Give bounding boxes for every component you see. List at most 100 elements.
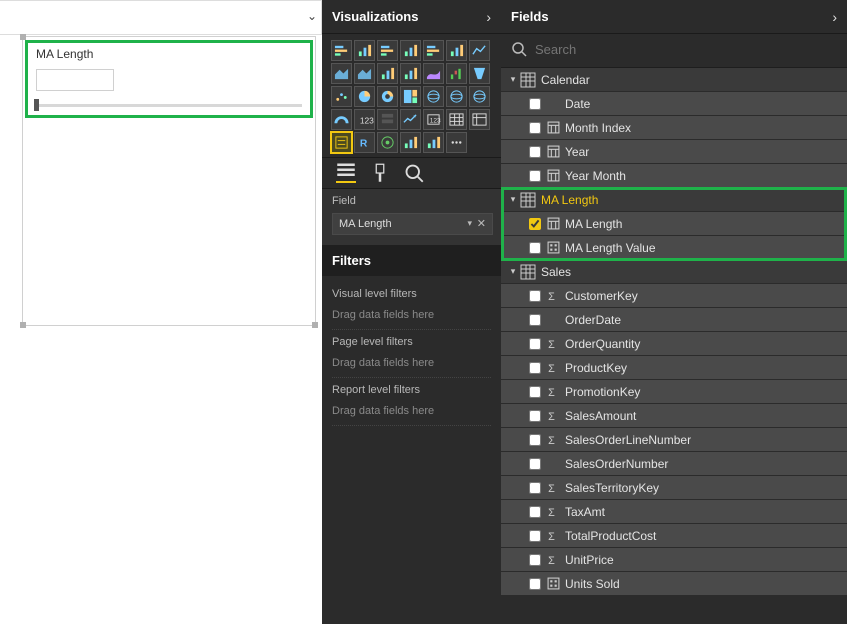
- viz-line[interactable]: [469, 40, 490, 61]
- field-units-sold[interactable]: Units Sold: [501, 572, 847, 596]
- viz-shape-map[interactable]: [469, 86, 490, 107]
- expand-icon[interactable]: ▾: [507, 266, 519, 277]
- viz-area[interactable]: [331, 63, 352, 84]
- field-date[interactable]: Date: [501, 92, 847, 116]
- chevron-down-icon[interactable]: ▾: [467, 218, 472, 229]
- chevron-right-icon[interactable]: ›: [832, 9, 837, 25]
- viz-ribbon[interactable]: [423, 63, 444, 84]
- slicer-visual[interactable]: MA Length: [25, 40, 313, 118]
- report-page-area[interactable]: MA Length: [22, 36, 316, 326]
- expand-icon[interactable]: ▾: [507, 74, 519, 85]
- report-filters-drop[interactable]: Drag data fields here: [332, 400, 491, 426]
- viz-arcgis[interactable]: [377, 132, 398, 153]
- viz-100-stacked-bar[interactable]: [423, 40, 444, 61]
- viz-waterfall[interactable]: [446, 63, 467, 84]
- viz-slicer[interactable]: [331, 132, 352, 153]
- field-checkbox[interactable]: [529, 386, 541, 398]
- field-checkbox[interactable]: [529, 122, 541, 134]
- table-calendar[interactable]: ▾Calendar: [501, 68, 847, 92]
- viz-funnel[interactable]: [469, 63, 490, 84]
- viz-clustered-column[interactable]: [400, 40, 421, 61]
- analytics-tab-icon[interactable]: [404, 163, 424, 183]
- field-totalproductcost[interactable]: ΣTotalProductCost: [501, 524, 847, 548]
- viz-scatter[interactable]: [331, 86, 352, 107]
- resize-handle[interactable]: [312, 322, 318, 328]
- resize-handle[interactable]: [20, 322, 26, 328]
- viz-custom-visual-2[interactable]: [423, 132, 444, 153]
- field-checkbox[interactable]: [529, 362, 541, 374]
- field-well[interactable]: MA Length ▾ ✕: [332, 213, 493, 235]
- slicer-track[interactable]: [36, 104, 302, 107]
- viz-treemap[interactable]: [400, 86, 421, 107]
- field-unitprice[interactable]: ΣUnitPrice: [501, 548, 847, 572]
- viz-line-stacked-column[interactable]: [377, 63, 398, 84]
- expand-icon[interactable]: ▾: [507, 194, 519, 205]
- field-month-index[interactable]: Month Index: [501, 116, 847, 140]
- field-checkbox[interactable]: [529, 410, 541, 422]
- viz-gauge[interactable]: [331, 109, 352, 130]
- field-salesamount[interactable]: ΣSalesAmount: [501, 404, 847, 428]
- chevron-down-icon[interactable]: ⌄: [307, 9, 317, 23]
- search-input[interactable]: [535, 42, 837, 57]
- viz-clustered-bar[interactable]: [377, 40, 398, 61]
- viz-100-stacked-column[interactable]: [446, 40, 467, 61]
- chevron-right-icon[interactable]: ›: [486, 9, 491, 25]
- field-checkbox[interactable]: [529, 458, 541, 470]
- visualizations-header[interactable]: Visualizations ›: [322, 0, 501, 34]
- viz-ellipsis[interactable]: [446, 132, 467, 153]
- viz-line-clustered-column[interactable]: [400, 63, 421, 84]
- field-promotionkey[interactable]: ΣPromotionKey: [501, 380, 847, 404]
- field-customerkey[interactable]: ΣCustomerKey: [501, 284, 847, 308]
- fields-tab-icon[interactable]: [336, 163, 356, 183]
- viz-kpi[interactable]: [400, 109, 421, 130]
- field-orderdate[interactable]: OrderDate: [501, 308, 847, 332]
- viz-r-visual[interactable]: R: [354, 132, 375, 153]
- field-ma-length[interactable]: MA Length: [501, 212, 847, 236]
- viz-pie[interactable]: [354, 86, 375, 107]
- viz-card[interactable]: 123: [354, 109, 375, 130]
- viz-filled-map[interactable]: [446, 86, 467, 107]
- viz-matrix[interactable]: [469, 109, 490, 130]
- field-year[interactable]: Year: [501, 140, 847, 164]
- field-checkbox[interactable]: [529, 170, 541, 182]
- viz-slicer-numeric[interactable]: 123: [423, 109, 444, 130]
- viz-map[interactable]: [423, 86, 444, 107]
- field-taxamt[interactable]: ΣTaxAmt: [501, 500, 847, 524]
- field-checkbox[interactable]: [529, 554, 541, 566]
- field-checkbox[interactable]: [529, 338, 541, 350]
- page-filters-drop[interactable]: Drag data fields here: [332, 352, 491, 378]
- field-checkbox[interactable]: [529, 98, 541, 110]
- field-checkbox[interactable]: [529, 242, 541, 254]
- field-checkbox[interactable]: [529, 506, 541, 518]
- viz-custom-visual-1[interactable]: [400, 132, 421, 153]
- viz-stacked-bar[interactable]: [331, 40, 352, 61]
- field-year-month[interactable]: Year Month: [501, 164, 847, 188]
- field-salesterritorykey[interactable]: ΣSalesTerritoryKey: [501, 476, 847, 500]
- field-checkbox[interactable]: [529, 290, 541, 302]
- report-canvas[interactable]: ⌄ MA Length: [0, 0, 322, 624]
- field-checkbox[interactable]: [529, 578, 541, 590]
- field-salesordernumber[interactable]: SalesOrderNumber: [501, 452, 847, 476]
- slicer-thumb[interactable]: [34, 99, 39, 111]
- field-orderquantity[interactable]: ΣOrderQuantity: [501, 332, 847, 356]
- field-productkey[interactable]: ΣProductKey: [501, 356, 847, 380]
- field-checkbox[interactable]: [529, 146, 541, 158]
- viz-multi-row-card[interactable]: [377, 109, 398, 130]
- format-tab-icon[interactable]: [370, 163, 390, 183]
- visual-filters-drop[interactable]: Drag data fields here: [332, 304, 491, 330]
- viz-stacked-area[interactable]: [354, 63, 375, 84]
- field-ma-length-value[interactable]: MA Length Value: [501, 236, 847, 260]
- field-checkbox[interactable]: [529, 482, 541, 494]
- field-checkbox[interactable]: [529, 218, 541, 230]
- field-checkbox[interactable]: [529, 434, 541, 446]
- table-sales[interactable]: ▾Sales: [501, 260, 847, 284]
- viz-table[interactable]: [446, 109, 467, 130]
- field-checkbox[interactable]: [529, 314, 541, 326]
- viz-stacked-column[interactable]: [354, 40, 375, 61]
- table-ma-length[interactable]: ▾MA Length: [501, 188, 847, 212]
- remove-field-icon[interactable]: ✕: [477, 217, 486, 230]
- field-salesorderlinenumber[interactable]: ΣSalesOrderLineNumber: [501, 428, 847, 452]
- fields-search[interactable]: [501, 34, 847, 68]
- slicer-value-input[interactable]: [36, 69, 114, 91]
- field-checkbox[interactable]: [529, 530, 541, 542]
